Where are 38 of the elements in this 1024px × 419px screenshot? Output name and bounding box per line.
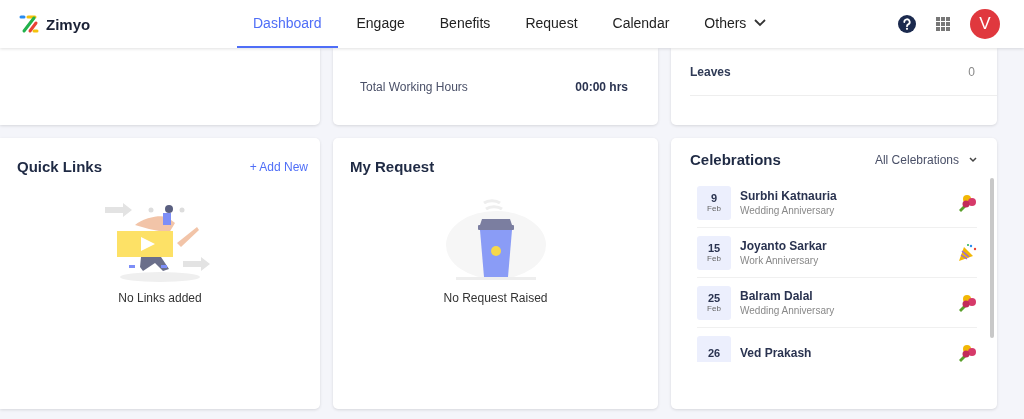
party-popper-icon	[957, 242, 977, 263]
scrollbar[interactable]	[990, 178, 994, 338]
user-avatar[interactable]: V	[970, 9, 1000, 39]
date-badge: 9 Feb	[697, 185, 731, 220]
date-badge: 26	[697, 335, 731, 362]
bouquet-icon	[957, 292, 977, 313]
chevron-down-icon	[969, 156, 977, 163]
person-name: Balram Dalal	[740, 289, 814, 303]
bouquet-icon	[957, 192, 977, 213]
date-badge: 25 Feb	[697, 285, 731, 320]
working-hours-value: 00:00 hrs	[575, 80, 628, 94]
help-icon[interactable]	[898, 15, 916, 33]
leaves-count: 0	[968, 65, 975, 79]
add-new-link[interactable]: + Add New	[249, 159, 308, 174]
person-name: Surbhi Katnauria	[740, 189, 838, 203]
celebration-type: Wedding Anniversary	[740, 305, 836, 316]
date-badge: 15 Feb	[697, 235, 731, 270]
working-hours-label: Total Working Hours	[360, 80, 468, 94]
nav-tab[interactable]: Others	[688, 0, 783, 48]
person-name: Ved Prakash	[740, 345, 813, 360]
person-name: Joyanto Sarkar	[740, 239, 828, 253]
celebrations-filter-dropdown[interactable]: All Celebrations	[874, 152, 977, 167]
card-title: My Request	[350, 158, 435, 175]
brand-name: Zimyo	[46, 15, 91, 33]
bouquet-icon	[957, 342, 977, 362]
celebration-type: Wedding Anniversary	[740, 205, 836, 216]
apps-grid-icon[interactable]	[936, 17, 950, 31]
empty-message: No Links added	[118, 291, 202, 305]
card-title: Quick Links	[17, 158, 103, 175]
celebration-type: Work Anniversary	[740, 255, 820, 266]
nav-tab[interactable]: Engage	[340, 0, 421, 48]
nav-tab[interactable]: Calendar	[596, 0, 686, 48]
nav-tab[interactable]: Benefits	[423, 0, 507, 48]
card-title: Celebrations	[690, 151, 781, 168]
empty-message: No Request Raised	[443, 291, 548, 305]
leaves-label: Leaves	[690, 65, 731, 79]
logo-icon	[18, 13, 40, 35]
nav-tab[interactable]: Request	[509, 0, 594, 48]
